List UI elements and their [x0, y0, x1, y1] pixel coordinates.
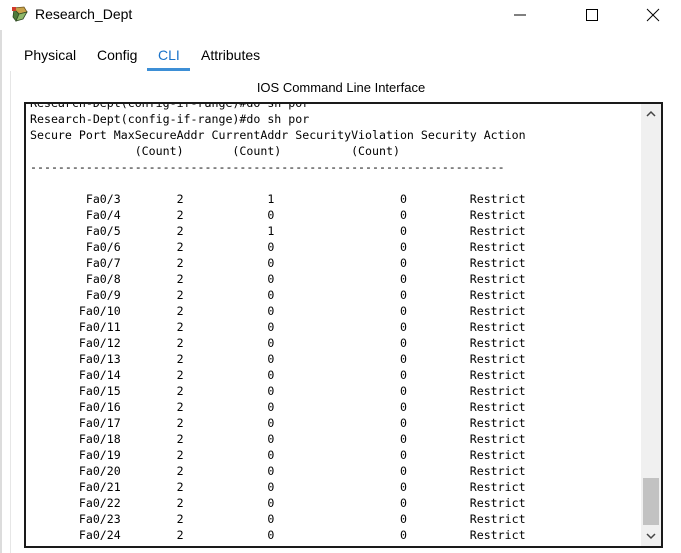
- terminal-line: Fa0/9 2 0 0 Restrict: [30, 288, 526, 302]
- chevron-down-icon: [646, 533, 656, 540]
- terminal-line: Fa0/11 2 0 0 Restrict: [30, 320, 526, 334]
- tab-physical[interactable]: Physical: [24, 47, 76, 63]
- close-icon: [646, 8, 660, 22]
- terminal-line: Fa0/20 2 0 0 Restrict: [30, 464, 526, 478]
- terminal-line: Fa0/14 2 0 0 Restrict: [30, 368, 526, 382]
- maximize-icon: [586, 9, 598, 21]
- terminal-line: Fa0/17 2 0 0 Restrict: [30, 416, 526, 430]
- packet-tracer-switch-icon: [10, 5, 30, 25]
- terminal-line: Fa0/8 2 0 0 Restrict: [30, 272, 526, 286]
- terminal-line: Fa0/10 2 0 0 Restrict: [30, 304, 526, 318]
- maximize-button[interactable]: [569, 0, 615, 30]
- terminal-line: Fa0/6 2 0 0 Restrict: [30, 240, 526, 254]
- terminal-line: Fa0/24 2 0 0 Restrict: [30, 528, 526, 542]
- scroll-down-button[interactable]: [641, 526, 661, 546]
- terminal-output[interactable]: Research-Dept(config-if-range)#do sh por…: [30, 102, 638, 546]
- minimize-button[interactable]: [497, 0, 543, 30]
- terminal-line: ----------------------------------------…: [30, 160, 505, 174]
- minimize-icon: [514, 14, 526, 16]
- close-button[interactable]: [630, 0, 676, 30]
- terminal-line: Fa0/15 2 0 0 Restrict: [30, 384, 526, 398]
- terminal-line: (Count) (Count) (Count): [30, 144, 400, 158]
- terminal-line: ----------------------------------------…: [30, 543, 638, 546]
- chevron-up-icon: [646, 110, 656, 117]
- title-bar: Research_Dept: [0, 0, 681, 30]
- terminal-line: Fa0/4 2 0 0 Restrict: [30, 208, 526, 222]
- tab-attributes[interactable]: Attributes: [201, 47, 260, 63]
- terminal-line: Research-Dept(config-if-range)#do sh por: [30, 102, 310, 110]
- tab-config[interactable]: Config: [97, 47, 137, 63]
- vertical-scrollbar[interactable]: [641, 104, 661, 546]
- terminal-line: Fa0/23 2 0 0 Restrict: [30, 512, 526, 526]
- scroll-up-button[interactable]: [641, 104, 661, 124]
- terminal-line: Fa0/19 2 0 0 Restrict: [30, 448, 526, 462]
- window-title: Research_Dept: [35, 6, 133, 22]
- tab-cli[interactable]: CLI: [158, 47, 180, 63]
- cli-terminal[interactable]: Research-Dept(config-if-range)#do sh por…: [24, 102, 663, 548]
- terminal-line: Fa0/13 2 0 0 Restrict: [30, 352, 526, 366]
- terminal-line: Fa0/21 2 0 0 Restrict: [30, 480, 526, 494]
- scrollbar-thumb[interactable]: [643, 478, 659, 525]
- tab-bar: Physical Config CLI Attributes: [10, 41, 670, 71]
- terminal-line: Secure Port MaxSecureAddr CurrentAddr Se…: [30, 128, 526, 142]
- left-window-edge: [0, 0, 2, 553]
- terminal-line: Fa0/22 2 0 0 Restrict: [30, 496, 526, 510]
- terminal-line: Fa0/18 2 0 0 Restrict: [30, 432, 526, 446]
- terminal-line: Fa0/12 2 0 0 Restrict: [30, 336, 526, 350]
- terminal-line: Fa0/5 2 1 0 Restrict: [30, 224, 526, 238]
- terminal-line: Fa0/7 2 0 0 Restrict: [30, 256, 526, 270]
- terminal-line: Research-Dept(config-if-range)#do sh por: [30, 112, 310, 126]
- terminal-line: Fa0/16 2 0 0 Restrict: [30, 400, 526, 414]
- panel-title: IOS Command Line Interface: [256, 80, 426, 95]
- terminal-line: Fa0/3 2 1 0 Restrict: [30, 192, 526, 206]
